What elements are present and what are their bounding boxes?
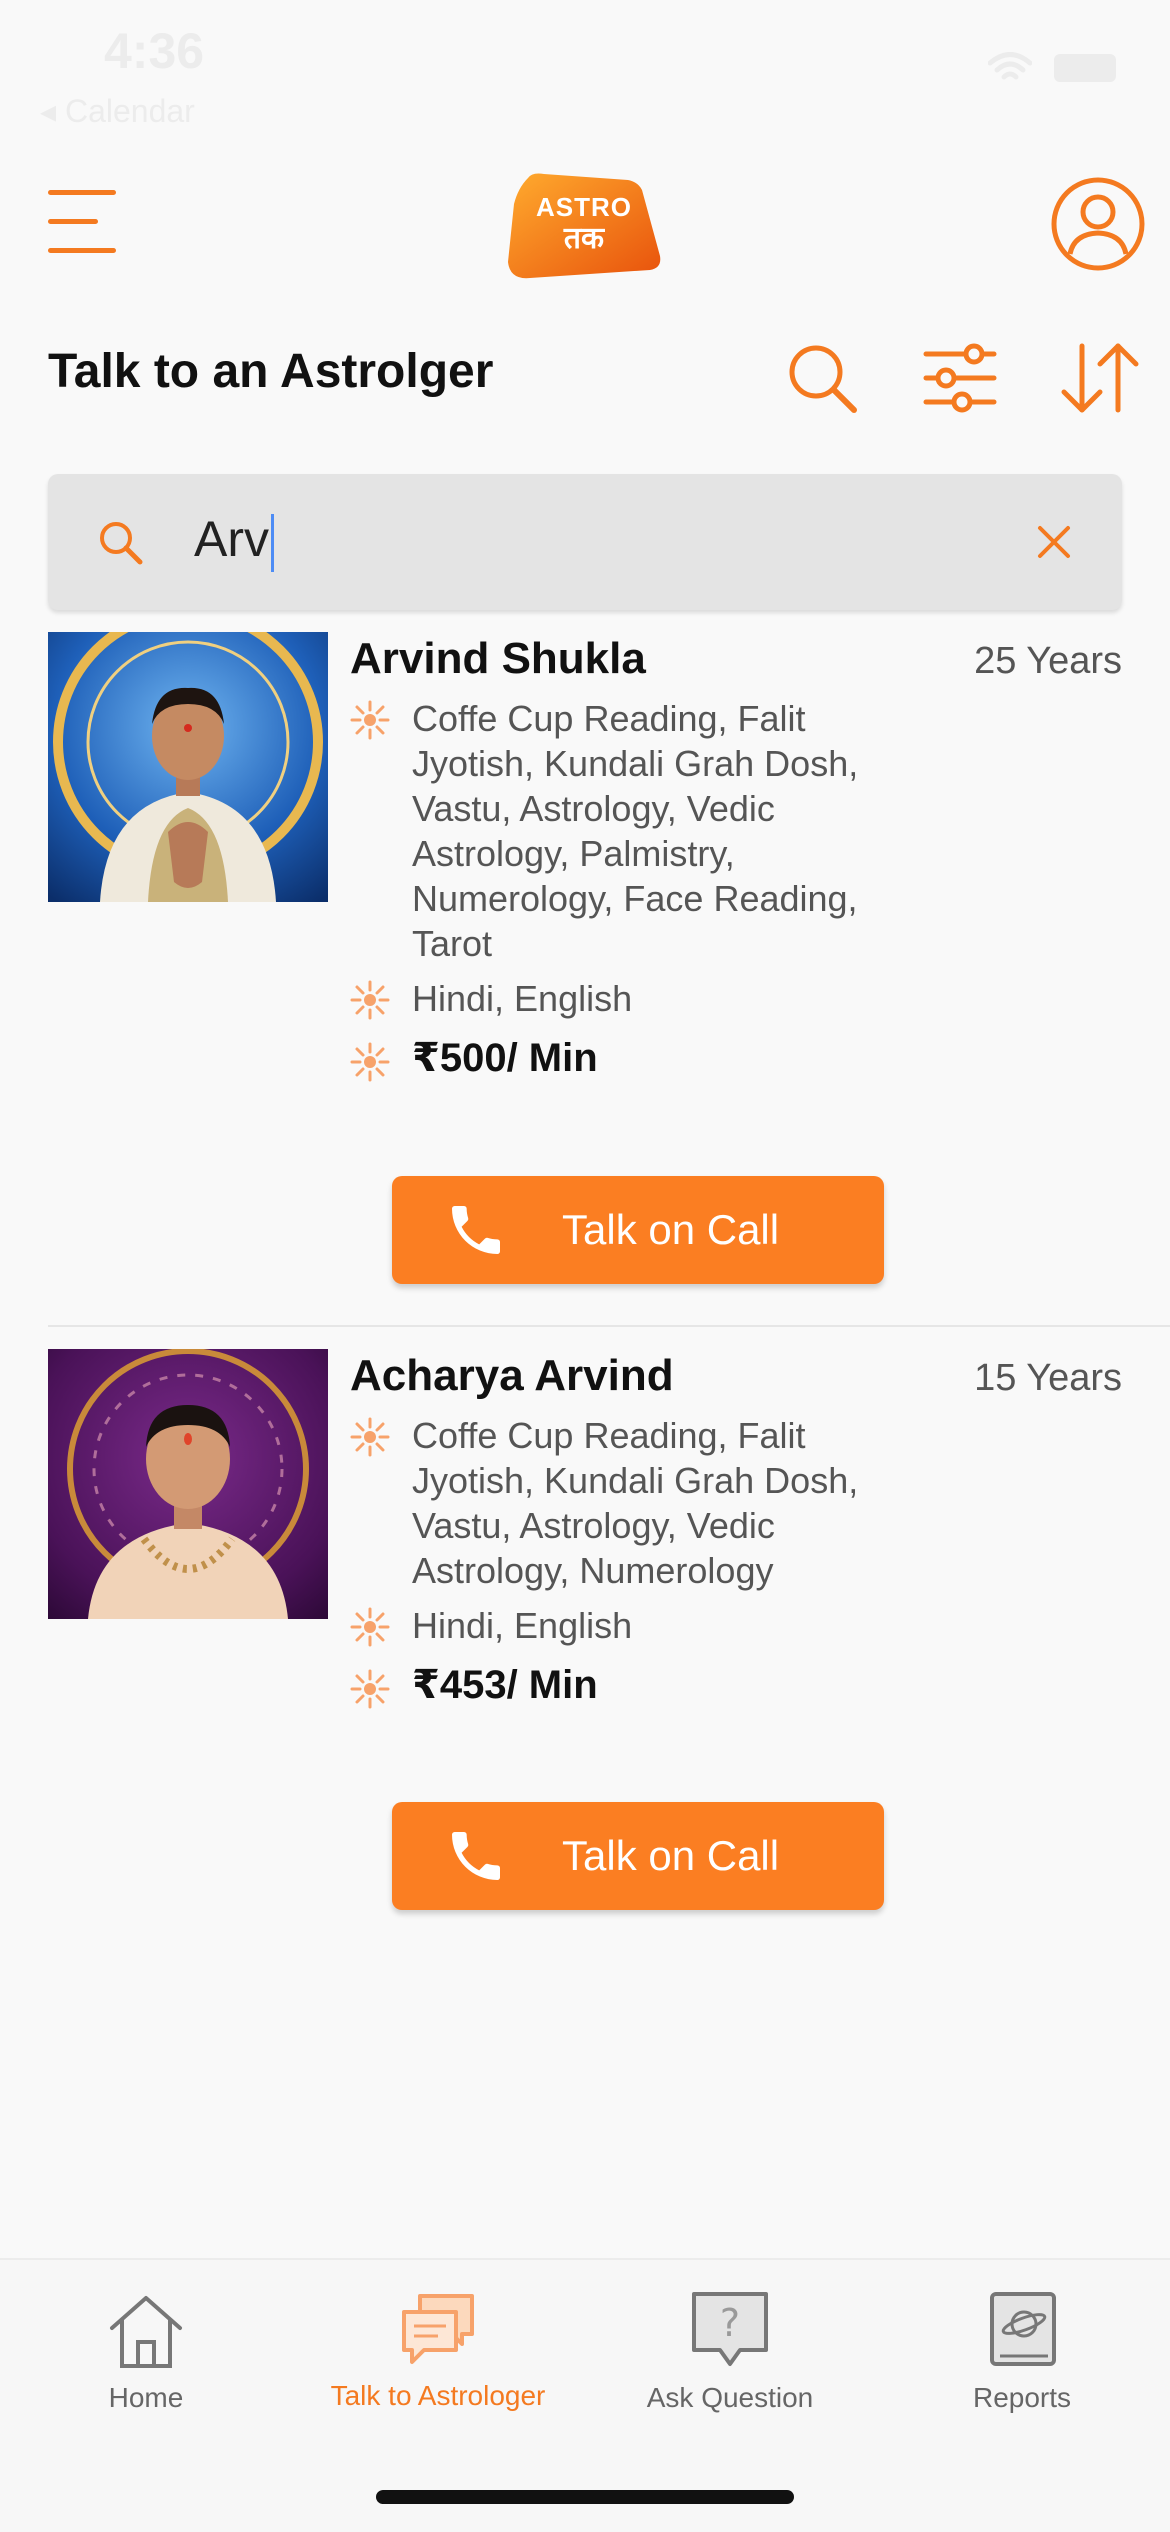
book-icon	[990, 2292, 1056, 2366]
astrologer-photo	[48, 1349, 328, 1619]
astrologer-name: Acharya Arvind	[350, 1351, 674, 1400]
home-icon	[110, 2296, 182, 2368]
experience-label: 15 Years	[974, 1357, 1122, 1399]
logo-line2: तक	[563, 222, 605, 255]
sun-icon	[350, 980, 390, 1020]
battery-icon	[1054, 54, 1116, 82]
svg-text:?: ?	[720, 2301, 740, 2345]
talk-on-call-button[interactable]: Talk on Call	[392, 1176, 884, 1284]
skills-text: Coffe Cup Reading, Falit Jyotish, Kundal…	[412, 1413, 932, 1593]
back-to-app-link[interactable]: ◂ Calendar	[40, 92, 195, 130]
tab-reports[interactable]: Reports	[876, 2260, 1168, 2420]
sun-icon	[350, 1042, 390, 1082]
tab-home[interactable]: Home	[0, 2260, 292, 2420]
home-indicator[interactable]	[376, 2490, 794, 2504]
skill-line: Coffe Cup Reading, Falit	[412, 698, 806, 739]
status-icons	[988, 52, 1116, 84]
text-caret	[271, 513, 274, 572]
logo-text: ASTRO तक	[504, 170, 664, 282]
status-bar: 4:36 ◂ Calendar	[0, 0, 1170, 140]
price-text: ₹453/ Min	[412, 1663, 598, 1707]
astrologer-name: Arvind Shukla	[350, 634, 646, 683]
tab-label: Ask Question	[646, 2382, 814, 2413]
back-app-label: Calendar	[64, 93, 195, 129]
skill-line: Vastu, Astrology, Vedic	[412, 788, 775, 829]
question-icon: ?	[692, 2292, 768, 2366]
skill-line: Jyotish, Kundali Grah Dosh,	[412, 743, 859, 784]
status-time: 4:36	[104, 23, 205, 79]
title-row: Talk to an Astrolger	[0, 330, 1170, 420]
tab-ask-question[interactable]: ? Ask Question	[584, 2260, 876, 2420]
menu-icon-line	[48, 219, 98, 224]
filter-button[interactable]	[922, 340, 998, 416]
menu-icon-line	[48, 190, 116, 195]
search-input-text: Arv	[194, 511, 269, 567]
phone-icon	[452, 1832, 500, 1880]
logo-line1: ASTRO	[536, 192, 632, 222]
search-icon	[100, 522, 143, 565]
talk-on-call-button[interactable]: Talk on Call	[392, 1802, 884, 1910]
menu-icon-line	[48, 248, 116, 253]
astrologer-photo	[48, 632, 328, 902]
top-app-bar: ASTRO तक	[0, 160, 1170, 290]
experience-label: 25 Years	[974, 640, 1122, 682]
clear-search-button[interactable]	[1032, 520, 1076, 564]
price-text: ₹500/ Min	[412, 1036, 598, 1080]
skill-line: Astrology, Numerology	[412, 1550, 774, 1591]
phone-icon	[452, 1206, 500, 1254]
sun-icon	[350, 1669, 390, 1709]
languages-text: Hindi, English	[412, 1605, 633, 1646]
card-divider	[48, 1325, 1170, 1327]
tab-talk-to-astrologer[interactable]: Talk to Astrologer	[292, 2260, 584, 2420]
tab-label: Reports	[972, 2382, 1072, 2413]
sun-icon	[350, 1417, 390, 1457]
search-field[interactable]: Arv	[48, 474, 1122, 610]
skill-line: Numerology, Face Reading,	[412, 878, 858, 919]
menu-button[interactable]	[48, 190, 120, 254]
astrologer-card[interactable]: Acharya Arvind 15 Years Coffe Cup Readin…	[48, 1349, 1170, 1929]
skill-line: Astrology, Palmistry,	[412, 833, 735, 874]
call-button-label: Talk on Call	[562, 1206, 780, 1253]
chat-icon	[402, 2294, 474, 2364]
skill-line: Vastu, Astrology, Vedic	[412, 1505, 775, 1546]
search-button[interactable]	[784, 340, 860, 416]
languages-text: Hindi, English	[412, 978, 633, 1019]
skill-line: Tarot	[412, 923, 493, 964]
search-input[interactable]: Arv	[194, 510, 274, 572]
page-title: Talk to an Astrolger	[48, 345, 494, 398]
sort-button[interactable]	[1058, 340, 1142, 416]
astro-tak-logo: ASTRO तक	[504, 170, 664, 282]
astrologer-card[interactable]: Arvind Shukla 25 Years Coffe Cup Reading…	[48, 632, 1170, 1292]
tab-label: Home	[108, 2382, 184, 2413]
tab-label: Talk to Astrologer	[330, 2380, 546, 2411]
skill-line: Coffe Cup Reading, Falit	[412, 1415, 806, 1456]
sun-icon	[350, 1607, 390, 1647]
skills-text: Coffe Cup Reading, Falit Jyotish, Kundal…	[412, 696, 932, 966]
sun-icon	[350, 700, 390, 740]
profile-button[interactable]	[1050, 176, 1146, 272]
wifi-icon	[988, 52, 1032, 80]
skill-line: Jyotish, Kundali Grah Dosh,	[412, 1460, 859, 1501]
call-button-label: Talk on Call	[562, 1832, 780, 1879]
